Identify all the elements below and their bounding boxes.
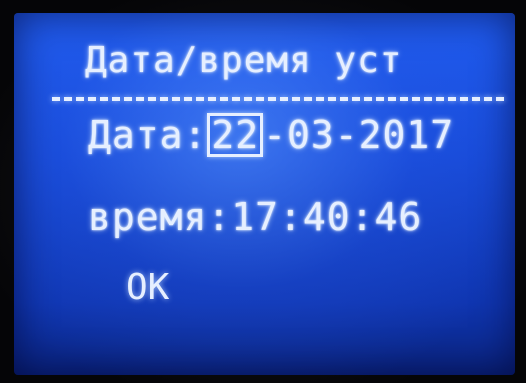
time-row: время:17:40:46: [88, 195, 422, 239]
title-divider: [52, 97, 504, 101]
time-value[interactable]: 17:40:46: [231, 195, 422, 239]
date-day-field[interactable]: 22: [207, 113, 264, 157]
device-bezel: Дата/время уст Дата: 22 -03-2017 время:17:…: [0, 0, 526, 383]
date-month-year-value[interactable]: -03-2017: [263, 113, 454, 157]
lcd-screen: Дата/время уст Дата: 22 -03-2017 время:17:…: [14, 13, 515, 375]
ok-button[interactable]: OK: [126, 267, 169, 308]
date-row: Дата: 22 -03-2017: [88, 113, 454, 157]
time-label: время:: [88, 195, 232, 239]
screen-title: Дата/время уст: [85, 40, 403, 81]
date-label: Дата:: [88, 113, 208, 157]
